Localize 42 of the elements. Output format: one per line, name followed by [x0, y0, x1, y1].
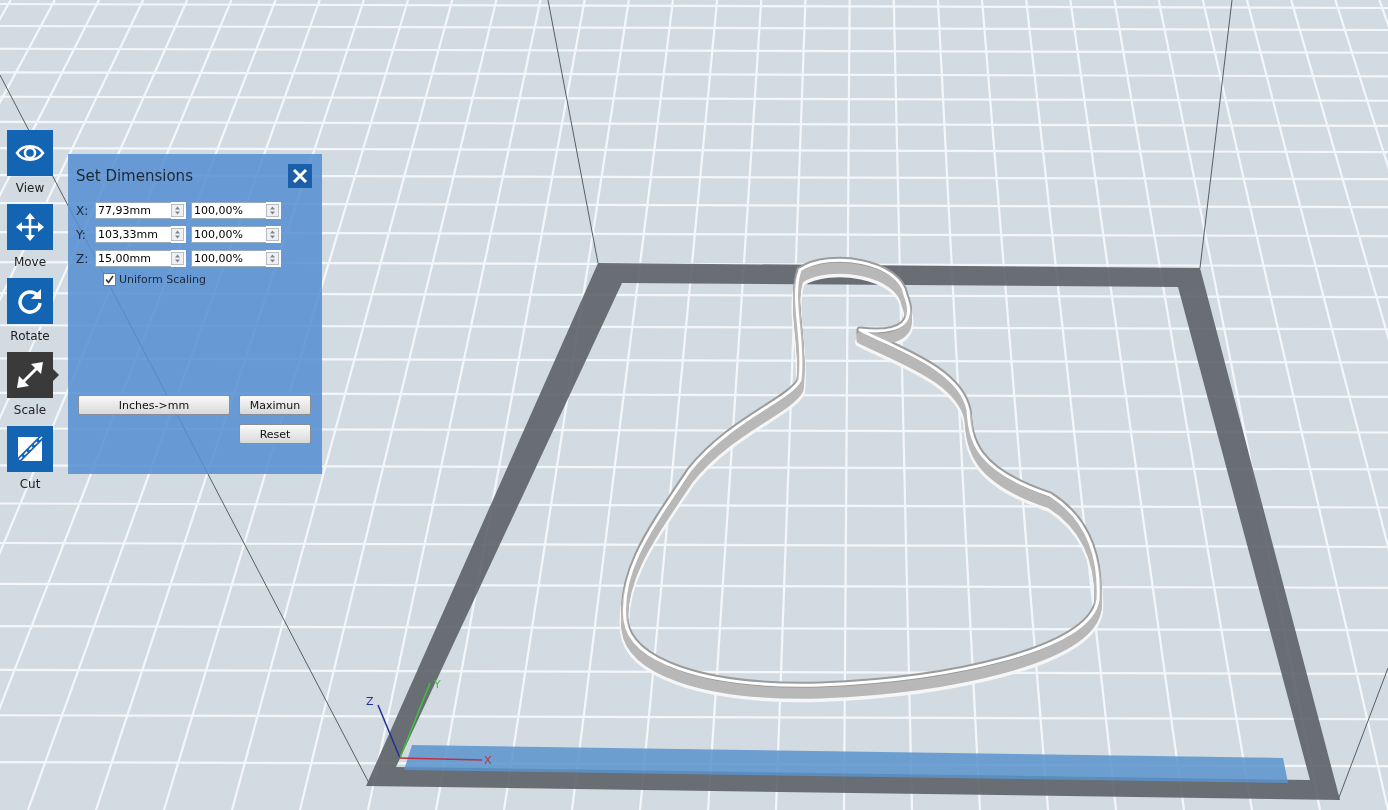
tool-button[interactable]: [7, 204, 53, 250]
number-field[interactable]: 100,00%: [191, 226, 266, 243]
panel-button[interactable]: Maximun: [239, 395, 311, 415]
spinner-arrows-icon[interactable]: [266, 250, 281, 267]
axis-label: Z: [366, 695, 374, 708]
tool-label: Scale: [13, 403, 47, 417]
cut-icon: [15, 434, 45, 464]
spinner-arrows-icon[interactable]: [171, 226, 186, 243]
close-button[interactable]: [288, 164, 312, 188]
tool-label: Rotate: [10, 329, 50, 343]
axis-label: Y:: [76, 227, 87, 242]
panel-button[interactable]: Inches->mm: [78, 395, 230, 415]
checkbox-label: Uniform Scaling: [119, 273, 207, 286]
axis-label: X: [484, 754, 492, 767]
tool-button[interactable]: [7, 426, 53, 472]
spinner-arrows-icon[interactable]: [171, 250, 186, 267]
number-field[interactable]: 15,00mm: [95, 250, 171, 267]
spinner-arrows-icon[interactable]: [266, 226, 281, 243]
eye-icon: [15, 143, 45, 163]
spinner-arrows-icon[interactable]: [266, 202, 281, 219]
panel-title: Set Dimensions: [76, 167, 193, 185]
axis-label: Y: [434, 678, 441, 691]
number-field[interactable]: 103,33mm: [95, 226, 171, 243]
number-field[interactable]: 100,00%: [191, 202, 266, 219]
tool-button[interactable]: [7, 278, 53, 324]
tool-label: View: [15, 181, 45, 195]
pointer-icon: [53, 369, 59, 381]
tool-button[interactable]: [7, 352, 53, 398]
axis-label: X:: [76, 203, 90, 218]
tool-label: Move: [13, 255, 47, 269]
rotate-icon: [16, 287, 44, 315]
axis-label: Z:: [76, 251, 90, 266]
close-icon: [292, 168, 308, 184]
diagonal-arrow-icon: [15, 360, 45, 390]
tool-button[interactable]: [7, 130, 53, 176]
number-field[interactable]: 100,00%: [191, 250, 266, 267]
checkbox[interactable]: [103, 273, 116, 286]
tool-label: Cut: [19, 477, 41, 491]
spinner-arrows-icon[interactable]: [171, 202, 186, 219]
number-field[interactable]: 77,93mm: [95, 202, 171, 219]
panel-button[interactable]: Reset: [239, 424, 311, 444]
move-arrows-icon: [15, 212, 45, 242]
